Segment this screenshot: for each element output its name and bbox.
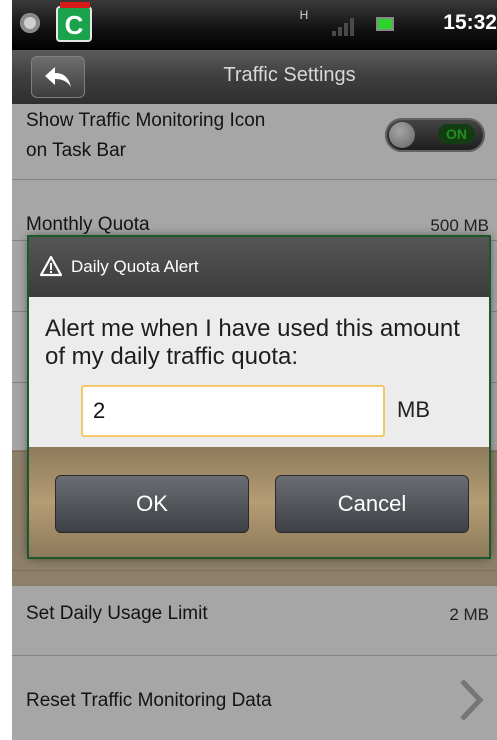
- warning-icon: [39, 255, 63, 277]
- page-title: Traffic Settings: [223, 64, 356, 86]
- battery-icon: [376, 17, 394, 31]
- daily-quota-input[interactable]: [81, 385, 385, 437]
- dialog-message: Alert me when I have used this amount of…: [45, 315, 460, 370]
- app-notification-icon: C: [56, 2, 92, 42]
- unit-label: MB: [397, 397, 430, 422]
- status-time: 15:32: [443, 11, 497, 34]
- dialog-header: Daily Quota Alert: [29, 237, 489, 298]
- daily-quota-dialog: Daily Quota Alert Alert me when I have u…: [29, 237, 489, 557]
- cancel-button[interactable]: Cancel: [275, 475, 469, 533]
- title-bar: Traffic Settings: [12, 50, 497, 104]
- signal-strength-icon: [332, 16, 358, 36]
- settings-notification-icon: [20, 13, 40, 33]
- dialog-title: Daily Quota Alert: [71, 257, 199, 276]
- ok-button[interactable]: OK: [55, 475, 249, 533]
- dialog-footer: OK Cancel: [29, 447, 489, 557]
- dialog-body: Alert me when I have used this amount of…: [29, 297, 489, 447]
- network-type-indicator: H: [299, 8, 309, 22]
- status-bar: C H 15:32: [12, 0, 497, 50]
